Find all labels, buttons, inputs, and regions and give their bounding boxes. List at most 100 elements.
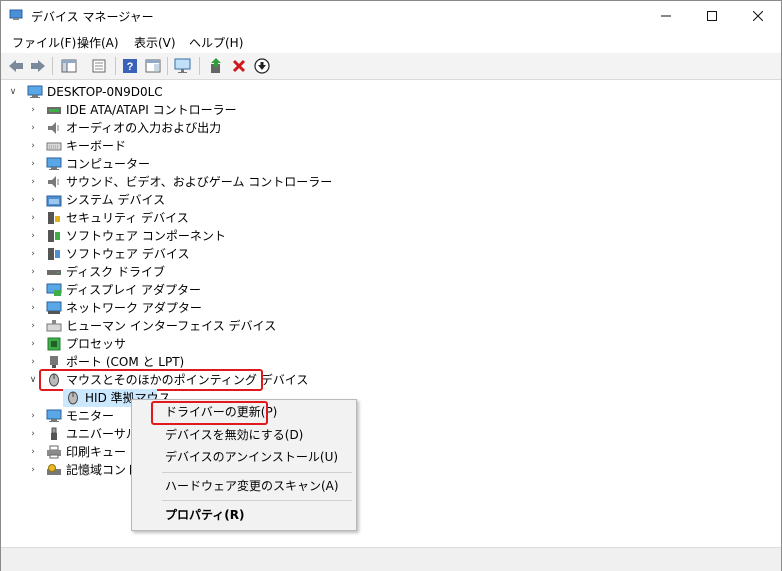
tree-item-label: キーボード — [66, 139, 127, 153]
chevron-right-icon[interactable]: › — [28, 137, 38, 155]
tree-root-label: DESKTOP-0N9D0LC — [47, 85, 163, 99]
chevron-right-icon[interactable]: › — [28, 191, 38, 209]
tree-item-keyboards[interactable]: › キーボード — [1, 137, 301, 155]
window-title: デバイス マネージャー — [31, 10, 154, 24]
tree-item-software-components[interactable]: › ソフトウェア コンポーネント — [1, 227, 301, 245]
chevron-right-icon[interactable]: › — [28, 245, 38, 263]
chevron-right-icon[interactable]: › — [28, 317, 38, 335]
forward-button[interactable] — [28, 56, 48, 76]
properties-icon — [92, 59, 106, 73]
tree-item-security-devices[interactable]: › セキュリティ デバイス — [1, 209, 301, 227]
tree-item-software-devices[interactable]: › ソフトウェア デバイス — [1, 245, 301, 263]
tree-item-label: ディスク ドライブ — [66, 265, 165, 279]
menu-item-label: プロパティ(R) — [165, 508, 245, 522]
maximize-button[interactable] — [689, 1, 735, 31]
update-driver-button[interactable] — [206, 56, 226, 76]
tree-item-label: セキュリティ デバイス — [66, 211, 189, 225]
tree-item-ide-controllers[interactable]: › IDE ATA/ATAPI コントローラー — [1, 101, 301, 119]
minimize-button[interactable] — [643, 1, 689, 31]
view-pane-icon — [145, 59, 161, 73]
chevron-right-icon[interactable]: › — [28, 155, 38, 173]
help-button[interactable]: ? — [120, 56, 140, 76]
highlight-box-category — [39, 369, 263, 391]
toolbar: ? — [1, 53, 781, 80]
chevron-right-icon[interactable]: › — [28, 263, 38, 281]
tree-item-label: システム デバイス — [66, 193, 166, 207]
highlight-box-update-driver — [151, 401, 268, 425]
menu-item-scan-hardware[interactable]: ハードウェア変更のスキャン(A) — [132, 475, 356, 497]
menu-item-label: デバイスのアンインストール(U) — [165, 450, 339, 464]
chevron-right-icon[interactable]: › — [28, 425, 38, 443]
scan-hardware-button[interactable] — [173, 56, 193, 76]
tree-item-network-adapters[interactable]: › ネットワーク アダプター — [1, 299, 301, 317]
chevron-right-icon[interactable]: › — [28, 299, 38, 317]
tree-item-label: ソフトウェア デバイス — [66, 247, 190, 261]
mouse-icon — [68, 391, 78, 405]
menu-action[interactable]: 操作(A) — [75, 34, 121, 51]
tree-item-label: ヒューマン インターフェイス デバイス — [66, 319, 277, 333]
toolbar-separator — [52, 57, 53, 75]
speaker-icon — [48, 176, 59, 188]
chevron-right-icon[interactable]: › — [28, 209, 38, 227]
printer-icon — [47, 445, 61, 459]
context-menu: ドライバーの更新(P) デバイスを無効にする(D) デバイスのアンインストール(… — [131, 399, 357, 531]
close-button[interactable] — [735, 1, 781, 31]
chevron-right-icon[interactable]: › — [28, 173, 38, 191]
disable-device-button[interactable] — [252, 56, 272, 76]
chevron-right-icon[interactable]: › — [28, 281, 38, 299]
security-device-icon — [48, 212, 60, 224]
display-adapter-icon — [46, 283, 62, 296]
tree-item-computer[interactable]: › コンピューター — [1, 155, 301, 173]
menu-item-uninstall-device[interactable]: デバイスのアンインストール(U) — [132, 446, 356, 468]
chevron-right-icon[interactable]: › — [28, 443, 38, 461]
device-tree: ∨ DESKTOP-0N9D0LC › IDE ATA/ATAPI コントローラ… — [1, 80, 781, 547]
chevron-right-icon[interactable]: › — [28, 101, 38, 119]
red-x-icon — [232, 59, 246, 73]
speaker-icon — [48, 122, 59, 134]
computer-icon — [27, 85, 43, 98]
chevron-down-icon[interactable]: ∨ — [28, 371, 38, 389]
tree-item-label: モニター — [66, 409, 115, 423]
monitor-icon — [46, 409, 62, 422]
menu-view[interactable]: 表示(V) — [132, 34, 178, 51]
menu-item-label: デバイスを無効にする(D) — [165, 428, 304, 442]
menu-file[interactable]: ファイル(F) — [10, 34, 78, 51]
update-driver-icon — [211, 58, 221, 73]
tree-item-sound-video-game[interactable]: › サウンド、ビデオ、およびゲーム コントローラー — [1, 173, 332, 191]
uninstall-device-button[interactable] — [229, 56, 249, 76]
menu-item-disable-device[interactable]: デバイスを無効にする(D) — [132, 424, 356, 446]
menu-item-label: ハードウェア変更のスキャン(A) — [165, 479, 339, 493]
ide-controller-icon — [47, 107, 61, 114]
help-icon: ? — [123, 59, 137, 73]
tree-item-disk-drives[interactable]: › ディスク ドライブ — [1, 263, 301, 281]
properties-sheet-button[interactable] — [89, 56, 109, 76]
storage-controller-icon — [47, 464, 61, 475]
device-manager-window: デバイス マネージャー ファイル(F) 操作(A) 表示(V) ヘルプ(H) ?… — [0, 0, 782, 571]
svg-text:?: ? — [127, 61, 134, 73]
tree-item-display-adapters[interactable]: › ディスプレイ アダプター — [1, 281, 301, 299]
software-device-icon — [48, 248, 60, 260]
chevron-right-icon[interactable]: › — [28, 461, 38, 479]
usb-icon — [51, 427, 57, 440]
chevron-right-icon[interactable]: › — [28, 407, 38, 425]
tree-item-processors[interactable]: › プロセッサ — [1, 335, 301, 353]
tree-item-system-devices[interactable]: › システム デバイス — [1, 191, 301, 209]
title-bar: デバイス マネージャー — [1, 1, 781, 31]
chevron-right-icon[interactable]: › — [28, 119, 38, 137]
chevron-down-icon[interactable]: ∨ — [8, 83, 18, 101]
tree-item-hid[interactable]: › ヒューマン インターフェイス デバイス — [1, 317, 301, 335]
toolbar-separator — [199, 57, 200, 75]
menu-item-properties[interactable]: プロパティ(R) — [132, 504, 356, 526]
tree-root[interactable]: ∨ DESKTOP-0N9D0LC — [1, 83, 301, 101]
chevron-right-icon[interactable]: › — [28, 353, 38, 371]
tree-item-label: プロセッサ — [66, 337, 127, 351]
monitor-scan-icon — [174, 58, 191, 73]
chevron-right-icon[interactable]: › — [28, 335, 38, 353]
chevron-right-icon[interactable]: › — [28, 227, 38, 245]
menu-separator — [162, 500, 352, 501]
view-toggle-button[interactable] — [143, 56, 163, 76]
tree-item-audio-io[interactable]: › オーディオの入力および出力 — [1, 119, 301, 137]
back-button[interactable] — [6, 56, 26, 76]
show-hide-console-tree-button[interactable] — [59, 56, 79, 76]
menu-help[interactable]: ヘルプ(H) — [187, 34, 245, 51]
